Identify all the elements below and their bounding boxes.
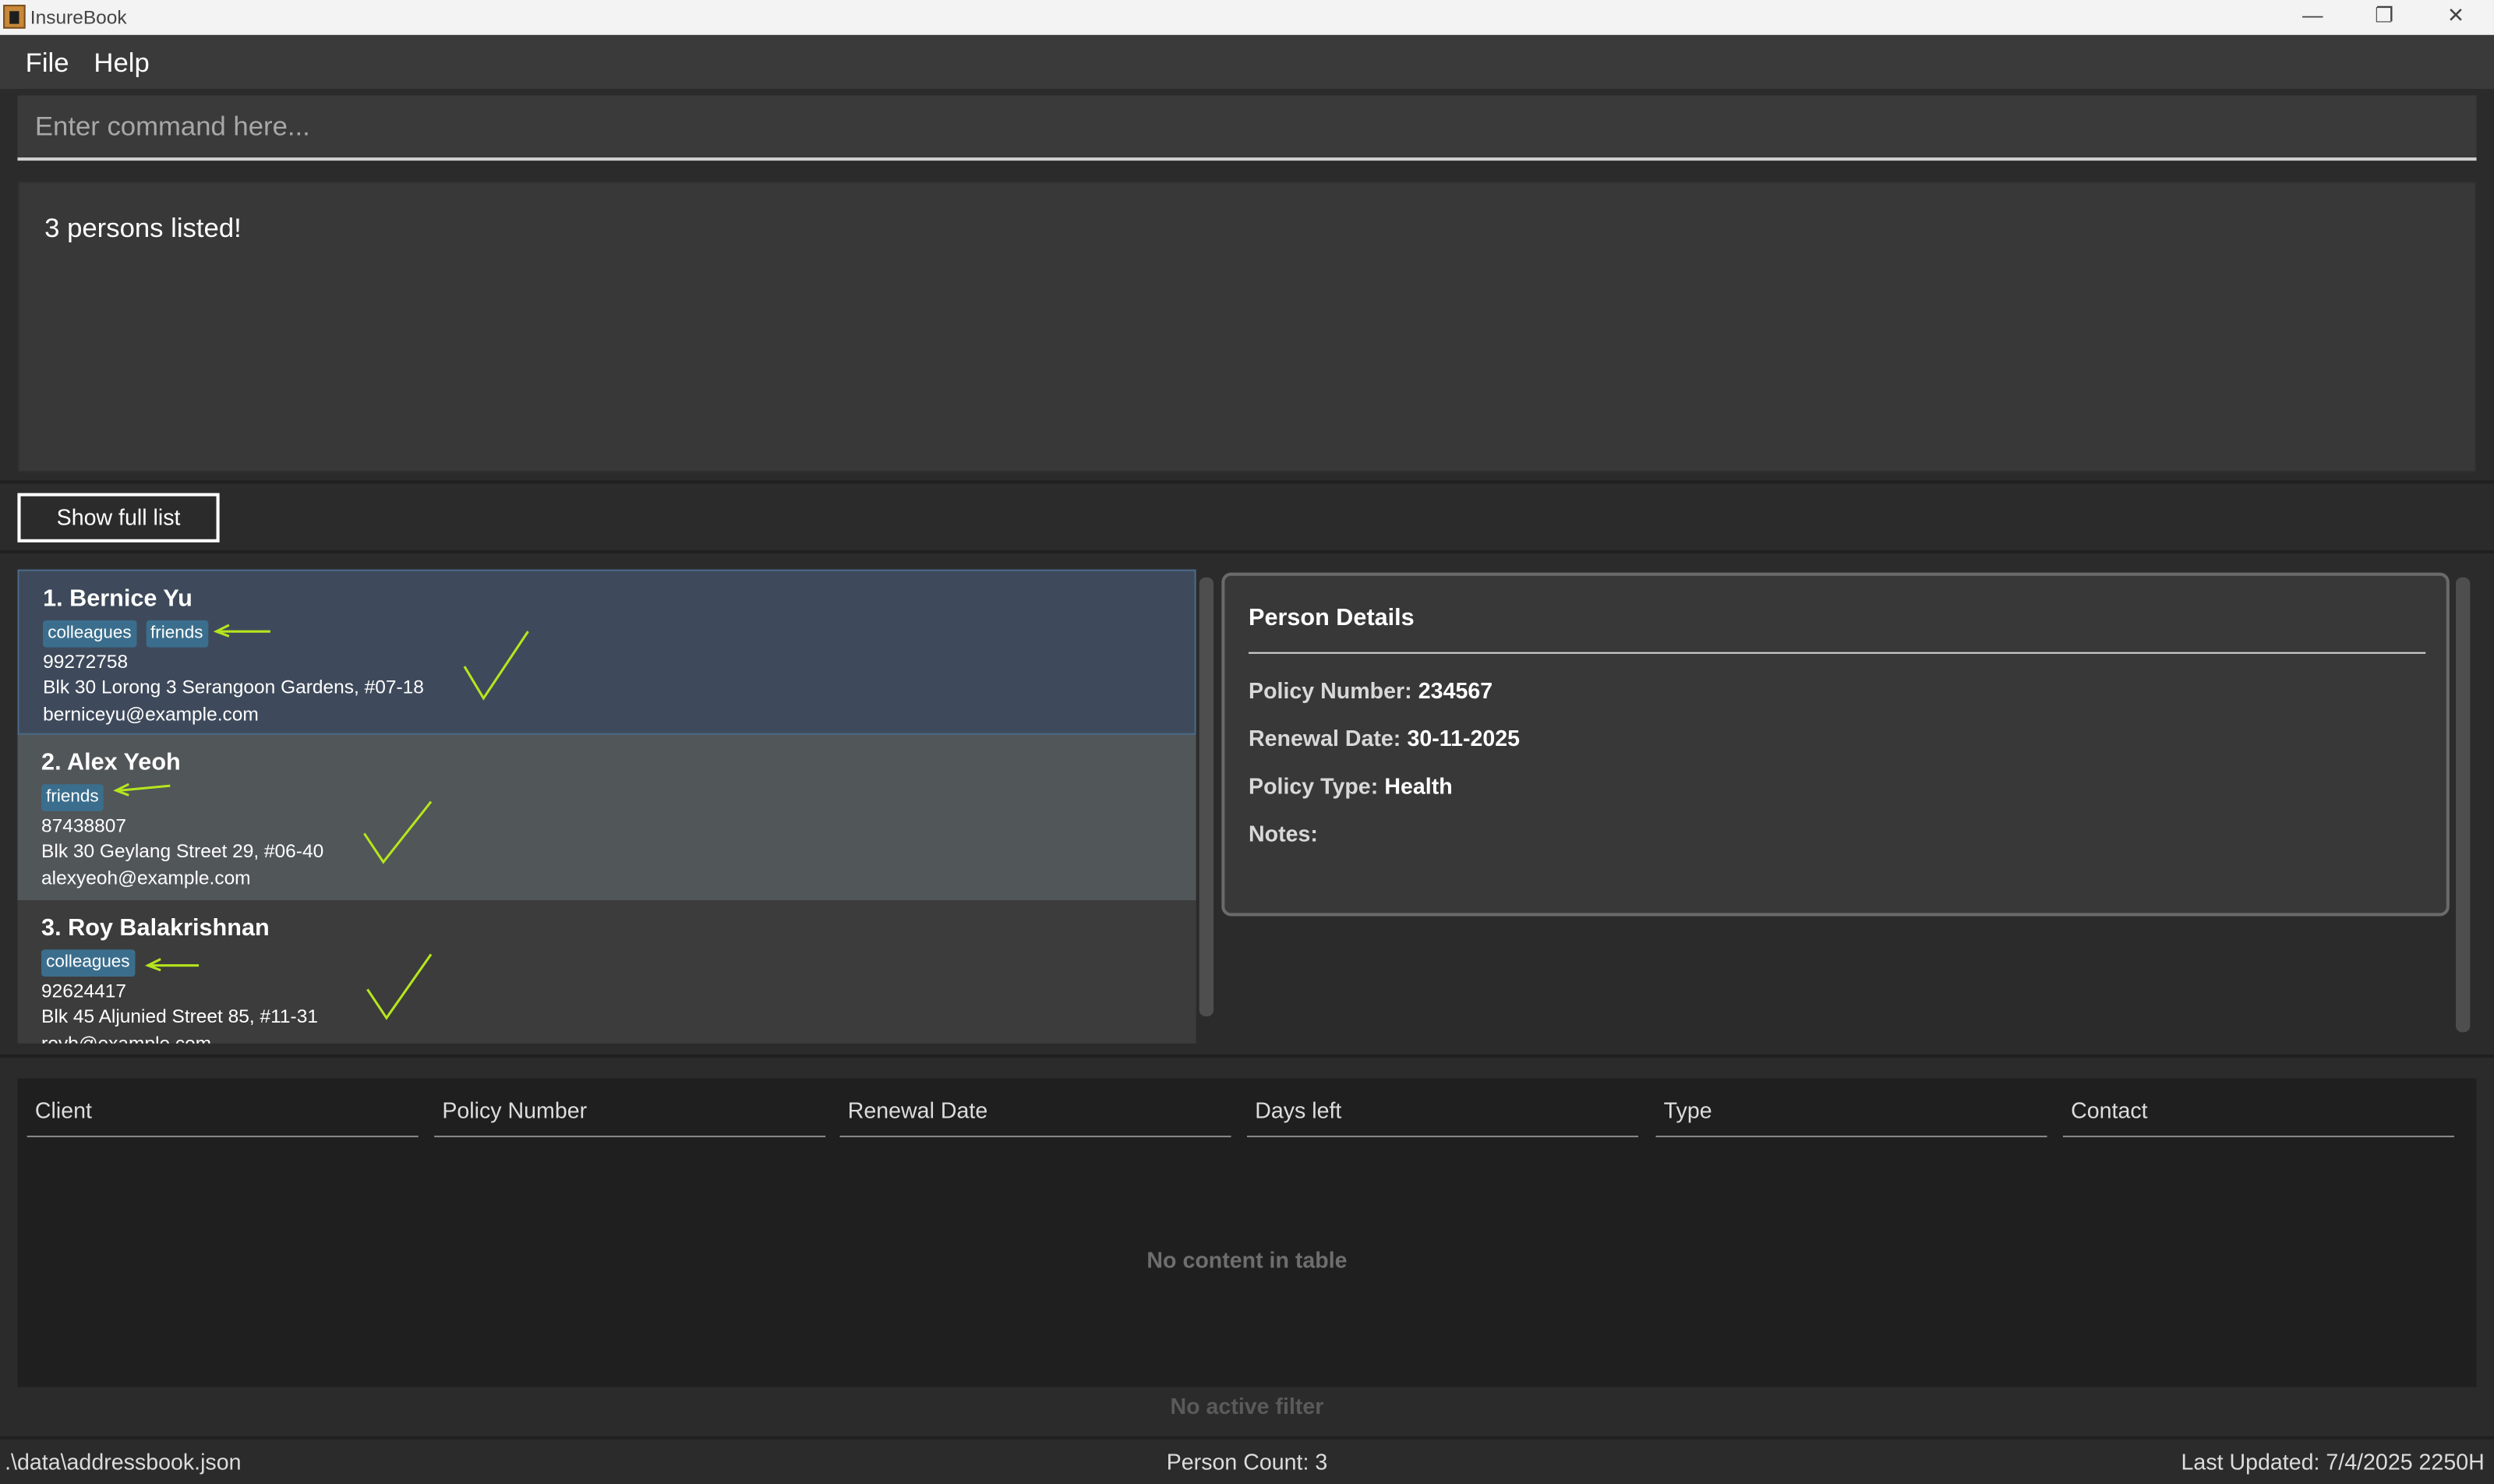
command-input[interactable] (17, 95, 2477, 161)
person-address: Blk 30 Lorong 3 Serangoon Gardens, #07-1… (43, 676, 424, 698)
person-list[interactable]: 1. Bernice Yu colleagues friends 99272758… (17, 569, 1196, 1044)
minimize-icon[interactable]: — (2276, 0, 2349, 35)
tag: friends (41, 784, 104, 811)
divider (0, 1054, 2494, 1058)
column-header-contact[interactable]: Contact (2062, 1097, 2454, 1138)
person-phone: 87438807 (41, 814, 127, 837)
person-name: 3. Roy Balakrishnan (41, 914, 270, 942)
policy-number-row: Policy Number: 234567 (1249, 677, 1493, 703)
details-title: Person Details (1249, 604, 1415, 632)
checkmark-annotation-icon (463, 631, 529, 701)
policy-type-row: Policy Type: Health (1249, 773, 1453, 799)
tag: friends (145, 620, 208, 648)
person-name: 1. Bernice Yu (43, 585, 193, 613)
policy-type-label: Policy Type: (1249, 772, 1379, 799)
tag: colleagues (43, 620, 136, 648)
status-bar: .\data\addressbook.json Person Count: 3 … (0, 1439, 2494, 1484)
command-box (0, 89, 2494, 168)
close-icon[interactable]: ✕ (2419, 0, 2492, 35)
restore-icon[interactable]: ❐ (2347, 0, 2421, 35)
person-details-panel: Person Details Policy Number: 234567 Rene… (1221, 572, 2450, 917)
divider (0, 550, 2494, 554)
column-header-days-left[interactable]: Days left (1246, 1097, 1639, 1138)
notes-label: Notes: (1249, 821, 1318, 846)
result-display: 3 persons listed! (17, 181, 2477, 473)
column-header-renewal-date[interactable]: Renewal Date (839, 1097, 1231, 1138)
policy-table[interactable]: Client Policy Number Renewal Date Days l… (17, 1078, 2477, 1387)
menu-bar: File Help (0, 34, 2494, 90)
list-scrollbar[interactable] (1199, 577, 1214, 1017)
tag-list: colleagues (41, 949, 144, 977)
person-count: Person Count: 3 (1166, 1449, 1328, 1475)
policy-type-value: Health (1384, 772, 1453, 799)
menu-help[interactable]: Help (94, 48, 149, 80)
policy-number-label: Policy Number: (1249, 677, 1412, 703)
result-message: 3 persons listed! (44, 213, 242, 244)
tag-list: colleagues friends (43, 620, 217, 648)
checkmark-annotation-icon (363, 800, 433, 864)
title-bar: InsureBook — ❐ ✕ (0, 0, 2494, 35)
person-card[interactable]: 2. Alex Yeoh friends 87438807 Blk 30 Gey… (17, 734, 1196, 901)
renewal-date-row: Renewal Date: 30-11-2025 (1249, 726, 1520, 751)
person-phone: 99272758 (43, 650, 129, 673)
renewal-date-value: 30-11-2025 (1407, 725, 1521, 751)
divider (0, 480, 2494, 484)
person-email: royb@example.com (41, 1032, 212, 1044)
person-address: Blk 30 Geylang Street 29, #06-40 (41, 839, 324, 863)
notes-row: Notes: (1249, 821, 1324, 846)
arrow-annotation-icon (113, 783, 171, 797)
person-phone: 92624417 (41, 980, 127, 1002)
window-title: InsureBook (30, 6, 127, 29)
renewal-date-label: Renewal Date: (1249, 725, 1401, 751)
person-email: berniceyu@example.com (43, 702, 259, 726)
person-email: alexyeoh@example.com (41, 867, 251, 889)
divider (1249, 652, 2426, 654)
person-name: 2. Alex Yeoh (41, 749, 181, 776)
checkmark-annotation-icon (366, 953, 433, 1020)
app-icon (3, 5, 26, 29)
table-empty-message: No content in table (1146, 1246, 1348, 1273)
show-full-list-button[interactable]: Show full list (17, 493, 220, 542)
last-updated: Last Updated: 7/4/2025 2250H (2181, 1449, 2485, 1475)
arrow-annotation-icon (144, 958, 200, 972)
menu-file[interactable]: File (26, 48, 69, 80)
tag-list: friends (41, 784, 113, 811)
column-header-client[interactable]: Client (26, 1097, 419, 1138)
filter-status: No active filter (1170, 1393, 1324, 1419)
details-scrollbar[interactable] (2455, 577, 2471, 1033)
arrow-annotation-icon (213, 624, 270, 638)
column-header-type[interactable]: Type (1655, 1097, 2047, 1138)
policy-number-value: 234567 (1418, 677, 1493, 703)
person-card[interactable]: 1. Bernice Yu colleagues friends 99272758… (17, 569, 1196, 735)
person-address: Blk 45 Aljunied Street 85, #11-31 (41, 1005, 318, 1028)
app-window: InsureBook — ❐ ✕ File Help 3 persons lis… (0, 0, 2494, 1484)
column-header-policy-number[interactable]: Policy Number (434, 1097, 826, 1138)
tag: colleagues (41, 949, 135, 977)
person-card[interactable]: 3. Roy Balakrishnan colleagues 92624417 … (17, 900, 1196, 1044)
